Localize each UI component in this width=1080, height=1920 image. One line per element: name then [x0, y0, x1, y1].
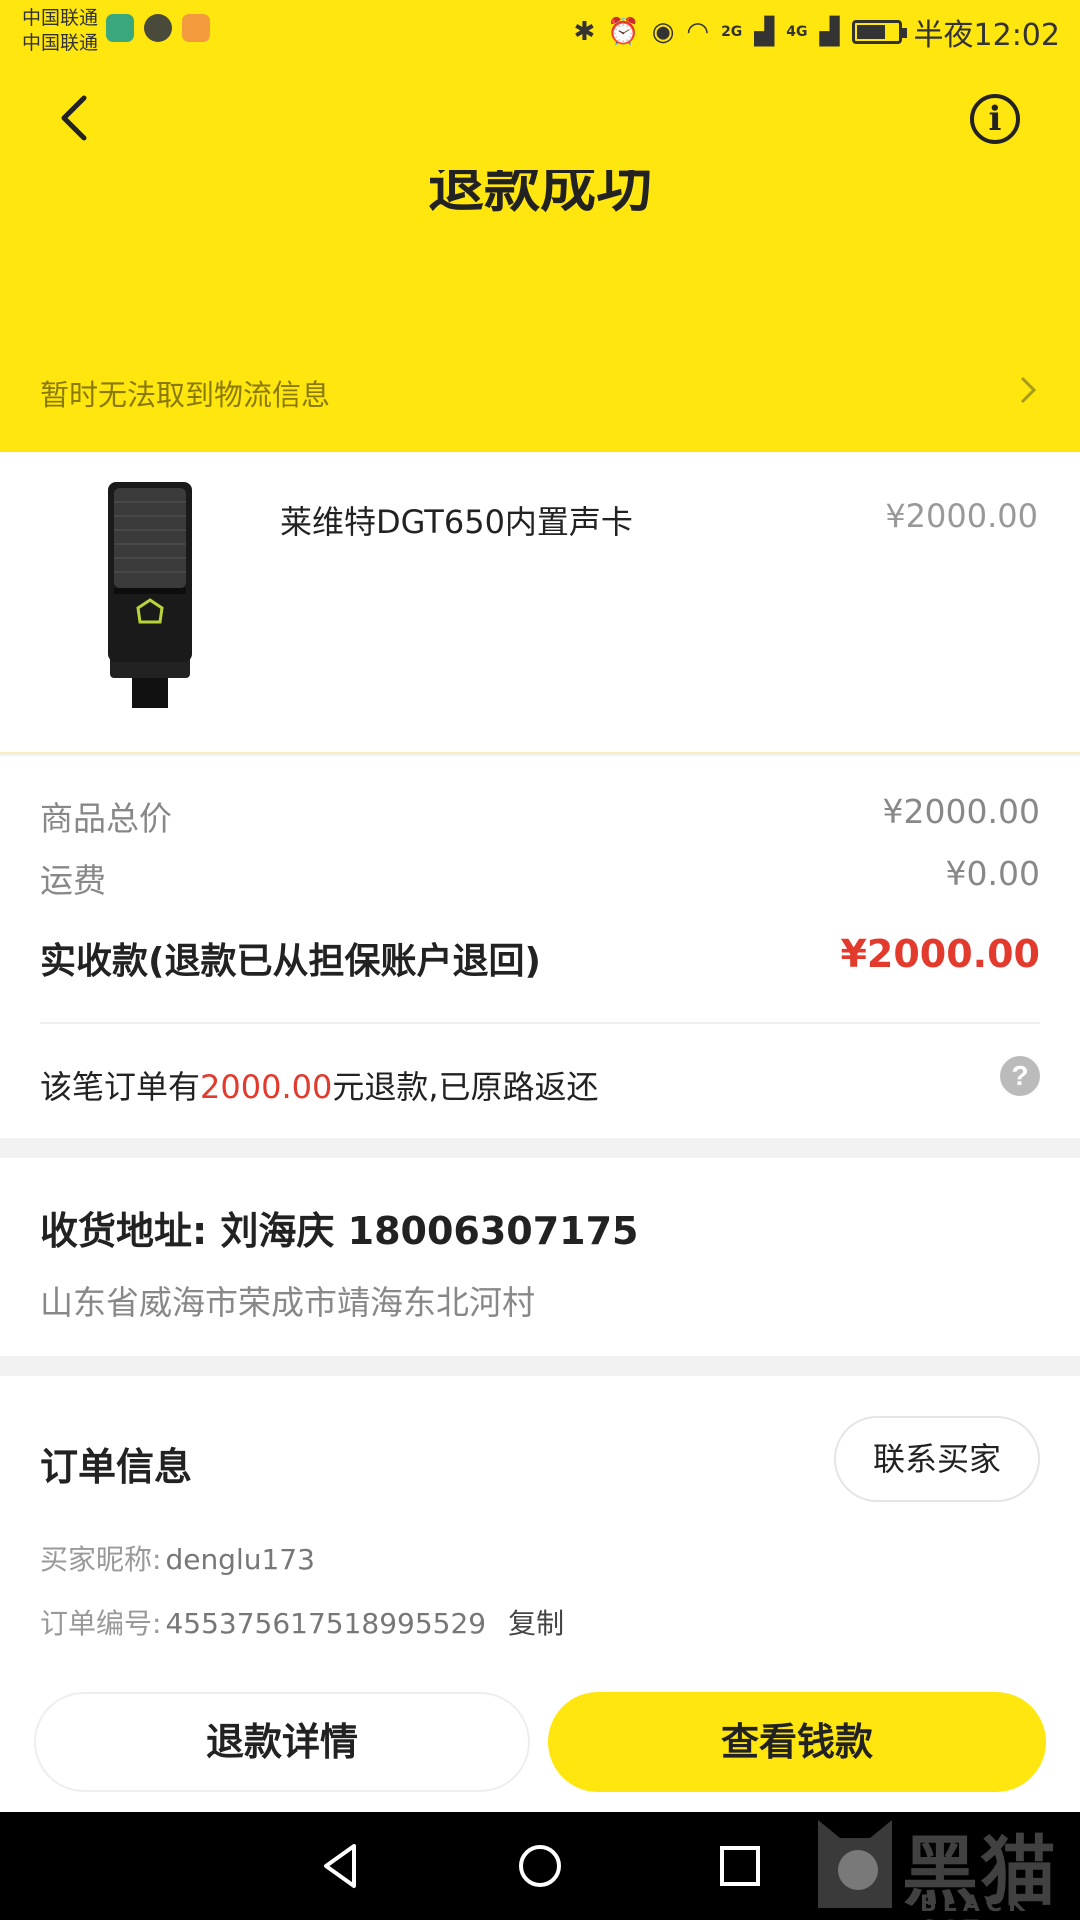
square-recents-icon	[720, 1846, 760, 1886]
chevron-right-icon	[1016, 370, 1040, 419]
alarm-icon: ⏰	[607, 17, 640, 47]
address-detail: 山东省威海市荣成市靖海东北河村	[40, 1283, 535, 1322]
shipping-address: 收货地址: 刘海庆 18006307175 山东省威海市荣成市靖海东北河村	[0, 1158, 1080, 1356]
bluetooth-icon: ✱	[573, 17, 596, 47]
eye-icon: ◉	[651, 17, 675, 47]
shipping-value: ¥0.00	[945, 854, 1040, 893]
back-button[interactable]	[50, 88, 100, 148]
circle-home-icon	[519, 1845, 561, 1887]
refund-amount: 2000.00	[200, 1068, 333, 1106]
help-icon[interactable]: ?	[1000, 1056, 1040, 1096]
refund-note-suffix: 元退款,已原路返还	[332, 1068, 599, 1106]
order-status-header: i 退款成功 暂时无法取到物流信息	[0, 62, 1080, 452]
buyer-nickname-row: 买家昵称: denglu173	[40, 1538, 315, 1578]
signal-4g-label: 4G	[786, 24, 808, 40]
product-name: 莱维特DGT650内置声卡	[280, 503, 633, 541]
received-value: ¥2000.00	[840, 932, 1040, 976]
goods-total-label: 商品总价	[40, 799, 172, 838]
received-label: 实收款(退款已从担保账户退回)	[40, 941, 541, 982]
cat-logo-icon	[818, 1820, 892, 1908]
map-app-icon	[182, 14, 210, 42]
shipping-row: 运费 ¥0.00	[40, 854, 1040, 904]
buyer-nickname-value: denglu173	[165, 1543, 315, 1576]
status-bar: 中国联通 中国联通 ✱ ⏰ ◉ ◠ 2G ▟ 4G ▟ 半夜12:02	[0, 0, 1080, 62]
refund-note-prefix: 该笔订单有	[40, 1068, 201, 1106]
price-summary: 商品总价 ¥2000.00 运费 ¥0.00 实收款(退款已从担保账户退回) ¥…	[0, 756, 1080, 1138]
page-title: 退款成功	[428, 155, 652, 220]
clock: 半夜12:02	[913, 18, 1060, 53]
signal-icon: ▟	[754, 17, 775, 47]
order-number-row: 订单编号: 455375617518995529 复制	[40, 1602, 564, 1642]
carrier-info: 中国联通 中国联通	[22, 6, 98, 56]
goods-total-row: 商品总价 ¥2000.00	[40, 792, 1040, 842]
product-image	[70, 482, 230, 712]
logistics-row[interactable]: 暂时无法取到物流信息	[40, 362, 1040, 422]
order-number-value: 455375617518995529	[165, 1607, 487, 1640]
black-cat-watermark: 黑猫 BLACK CAT	[810, 1806, 1080, 1920]
contact-buyer-button[interactable]: 联系买家	[834, 1416, 1040, 1502]
chevron-left-icon	[61, 95, 87, 141]
shield-app-icon	[106, 14, 134, 42]
info-button[interactable]: i	[970, 94, 1020, 144]
battery-icon	[851, 20, 907, 44]
product-price: ¥2000.00	[885, 497, 1038, 535]
carrier-1: 中国联通	[22, 7, 99, 29]
order-info-title: 订单信息	[40, 1445, 193, 1489]
shipping-label: 运费	[40, 861, 106, 900]
wifi-icon: ◠	[686, 17, 710, 47]
view-money-button[interactable]: 查看钱款	[548, 1692, 1046, 1792]
system-status: ✱ ⏰ ◉ ◠ 2G ▟ 4G ▟ 半夜12:02	[574, 10, 1060, 54]
divider	[40, 1022, 1040, 1024]
notification-icons	[106, 14, 210, 42]
product-item[interactable]: 莱维特DGT650内置声卡 ¥2000.00	[0, 452, 1080, 754]
watermark-subtext: BLACK CAT	[920, 1892, 1032, 1920]
refund-detail-button[interactable]: 退款详情	[34, 1692, 530, 1792]
triangle-back-icon	[324, 1844, 356, 1888]
nav-back-button[interactable]	[308, 1834, 372, 1898]
nav-recents-button[interactable]	[708, 1834, 772, 1898]
info-icon: i	[988, 99, 1002, 139]
received-row: 实收款(退款已从担保账户退回) ¥2000.00	[40, 932, 1040, 982]
copy-order-number-button[interactable]: 复制	[508, 1607, 564, 1640]
nav-home-button[interactable]	[508, 1834, 572, 1898]
address-title: 收货地址: 刘海庆 18006307175	[40, 1209, 639, 1253]
goods-total-value: ¥2000.00	[882, 792, 1040, 831]
carrier-2: 中国联通	[22, 32, 99, 54]
buyer-nickname-label: 买家昵称:	[40, 1543, 162, 1576]
logistics-text: 暂时无法取到物流信息	[40, 378, 331, 412]
order-number-label: 订单编号:	[40, 1607, 162, 1640]
chat-app-icon	[144, 14, 172, 42]
signal-icon-2: ▟	[819, 17, 840, 47]
refund-note: 该笔订单有2000.00元退款,已原路返还	[40, 1062, 599, 1108]
signal-2g-label: 2G	[721, 24, 743, 40]
